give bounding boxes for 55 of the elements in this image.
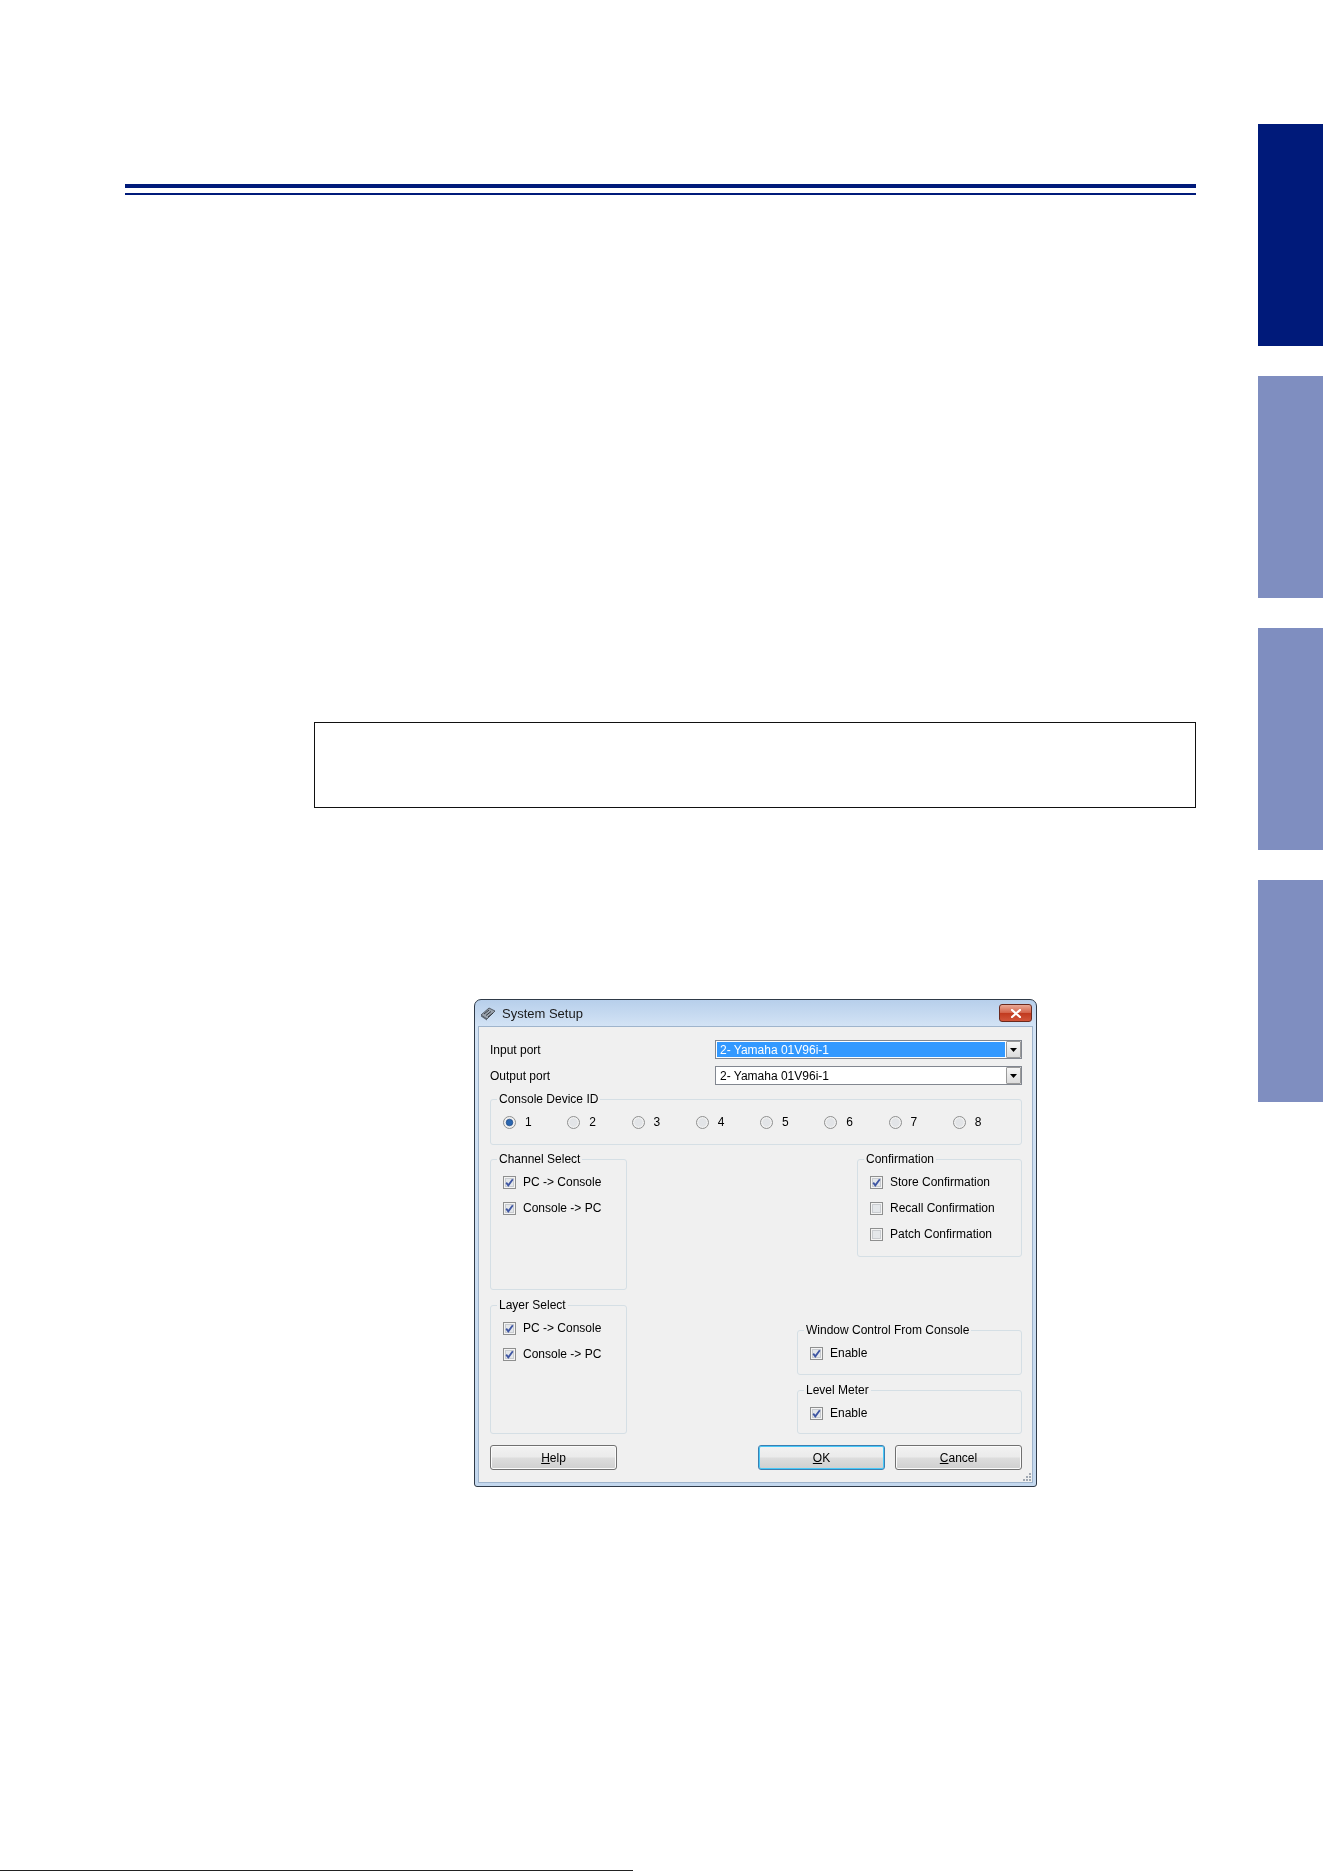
checkbox[interactable] [870, 1175, 883, 1189]
checkbox[interactable] [503, 1347, 516, 1361]
option-label: Enable [830, 1346, 868, 1360]
caret-icon [1010, 1073, 1017, 1078]
radio-button[interactable] [503, 1115, 516, 1129]
checkbox[interactable] [503, 1321, 516, 1335]
group-title: Layer Select [498, 1298, 567, 1312]
dialog-button[interactable]: Cancel [895, 1445, 1022, 1470]
option-label: Recall Confirmation [890, 1201, 995, 1215]
dialog-button[interactable]: OK [758, 1445, 885, 1470]
checkbox[interactable] [870, 1227, 883, 1241]
option-label: PC -> Console [523, 1321, 602, 1335]
option-label: Enable [830, 1406, 868, 1420]
option-label: 5 [782, 1115, 789, 1129]
group-title: Level Meter [805, 1383, 870, 1397]
resize-grip-icon[interactable] [1022, 1472, 1031, 1481]
radio-button[interactable] [567, 1115, 581, 1129]
checkbox[interactable] [503, 1175, 516, 1189]
group-title: Window Control From Console [805, 1323, 971, 1337]
option-label: 6 [846, 1115, 853, 1129]
option-label: Patch Confirmation [890, 1227, 993, 1241]
dropdown-arrow-button[interactable] [1006, 1041, 1021, 1058]
radio-button[interactable] [824, 1115, 838, 1129]
device-icon [480, 1005, 496, 1021]
option-label: 2 [589, 1115, 596, 1129]
caret-icon [1010, 1047, 1017, 1052]
checkbox[interactable] [503, 1201, 516, 1215]
radio-button[interactable] [888, 1115, 902, 1129]
option-label: Store Confirmation [890, 1175, 991, 1189]
checkbox[interactable] [810, 1406, 823, 1420]
checkbox[interactable] [870, 1201, 883, 1215]
window-title: System Setup [502, 1005, 583, 1021]
option-label: 3 [653, 1115, 661, 1129]
group-title: Channel Select [498, 1152, 582, 1166]
option-label: PC -> Console [523, 1175, 602, 1189]
option-label: 1 [525, 1115, 532, 1129]
field-label: Output port [490, 1068, 551, 1083]
option-label: Console -> PC [523, 1347, 602, 1361]
radio-button[interactable] [952, 1115, 966, 1129]
checkbox[interactable] [810, 1346, 823, 1360]
option-label: 4 [717, 1115, 725, 1129]
port-dropdown[interactable]: 2- Yamaha 01V96i-1 [715, 1066, 1022, 1085]
option-label: Console -> PC [523, 1201, 602, 1215]
group-title: Console Device ID [498, 1092, 600, 1106]
radio-button[interactable] [695, 1115, 709, 1129]
group-title: Confirmation [865, 1152, 936, 1166]
option-label: 7 [910, 1115, 918, 1129]
radio-button[interactable] [760, 1115, 773, 1129]
dialog-button[interactable]: Help [490, 1445, 617, 1470]
radio-button[interactable] [631, 1115, 645, 1129]
close-button[interactable] [999, 1004, 1032, 1022]
close-icon [1010, 1008, 1021, 1018]
option-label: 8 [974, 1115, 982, 1129]
field-label: Input port [490, 1042, 541, 1057]
dropdown-arrow-button[interactable] [1006, 1067, 1021, 1084]
